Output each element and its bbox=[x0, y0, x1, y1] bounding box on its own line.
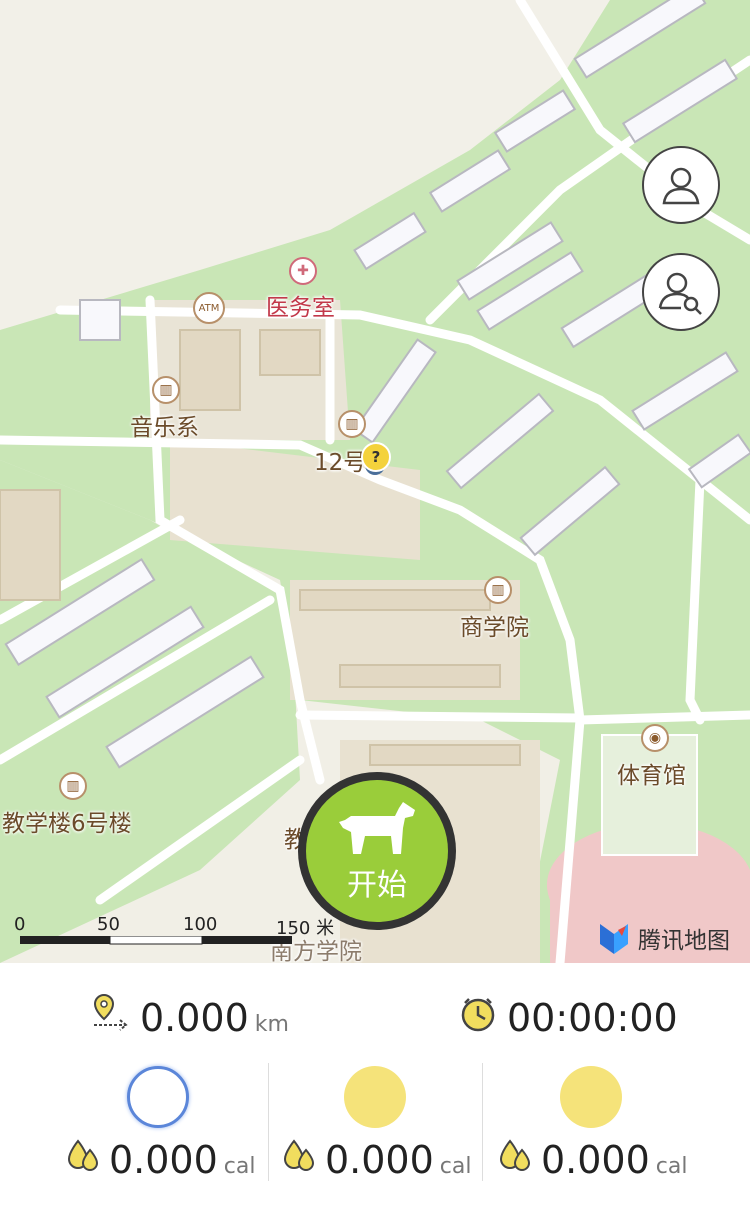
person-icon bbox=[662, 167, 700, 205]
scale-label-50: 50 bbox=[97, 914, 120, 935]
poi-label-gym[interactable]: 体育馆 bbox=[617, 756, 686, 790]
calorie-selector-2[interactable] bbox=[344, 1066, 406, 1128]
calorie-unit-3: cal bbox=[655, 1154, 688, 1179]
dog-icon bbox=[339, 802, 415, 854]
column-divider bbox=[268, 1063, 269, 1181]
map-view[interactable]: ✚ ATM ▥ ▥ ▥ ◉ ▥ 医务室 音乐系 12号 商学院 体育馆 教学楼6… bbox=[0, 0, 750, 963]
distance-unit: km bbox=[254, 1012, 289, 1037]
calorie-number-3: 0.000 bbox=[541, 1138, 650, 1182]
find-people-button[interactable] bbox=[642, 253, 720, 331]
calorie-value-3: 0.000 cal bbox=[541, 1138, 688, 1182]
poi-label-teaching6[interactable]: 教学楼6号楼 bbox=[2, 804, 132, 838]
clinic-icon: ✚ bbox=[289, 257, 317, 285]
stadium-icon: ◉ bbox=[641, 724, 669, 752]
building-icon: ▥ bbox=[338, 410, 366, 438]
map-brand: 腾讯地图 bbox=[596, 920, 730, 956]
poi-label-clinic[interactable]: 医务室 bbox=[266, 288, 335, 322]
column-divider bbox=[482, 1063, 483, 1181]
atm-label: ATM bbox=[198, 302, 220, 314]
calorie-number-1: 0.000 bbox=[109, 1138, 218, 1182]
poi-label-music[interactable]: 音乐系 bbox=[130, 408, 199, 442]
distance-pin-icon bbox=[93, 993, 128, 1031]
start-label: 开始 bbox=[347, 868, 407, 903]
scale-label-150: 150 米 bbox=[276, 918, 335, 939]
calorie-value-2: 0.000 cal bbox=[325, 1138, 472, 1182]
calorie-number-2: 0.000 bbox=[325, 1138, 434, 1182]
scale-label-100: 100 bbox=[183, 914, 218, 935]
poi-label-business[interactable]: 商学院 bbox=[460, 608, 529, 642]
location-marker[interactable]: ? bbox=[361, 442, 391, 472]
start-button[interactable]: 开始 bbox=[298, 772, 456, 930]
clock-icon bbox=[461, 998, 495, 1032]
building-icon: ▥ bbox=[59, 772, 87, 800]
calorie-drop-icon bbox=[499, 1139, 531, 1171]
calorie-unit-1: cal bbox=[223, 1154, 256, 1179]
atm-icon: ATM bbox=[193, 292, 225, 324]
brand-label: 腾讯地图 bbox=[638, 928, 730, 954]
calorie-drop-icon bbox=[283, 1139, 315, 1171]
calorie-unit-2: cal bbox=[439, 1154, 472, 1179]
distance-number: 0.000 bbox=[140, 996, 249, 1040]
calorie-drop-icon bbox=[67, 1139, 99, 1171]
poi-label-bldg12[interactable]: 12号 bbox=[314, 443, 366, 477]
building-icon: ▥ bbox=[152, 376, 180, 404]
scale-label-0: 0 bbox=[14, 914, 26, 935]
calorie-selector-1[interactable] bbox=[127, 1066, 189, 1128]
time-value: 00:00:00 bbox=[507, 996, 678, 1040]
distance-value: 0.000 km bbox=[140, 996, 289, 1040]
marker-label: ? bbox=[371, 448, 381, 466]
tencent-map-logo-icon bbox=[600, 924, 628, 954]
scale-bar-graphic bbox=[20, 936, 292, 945]
profile-button[interactable] bbox=[642, 146, 720, 224]
calorie-value-1: 0.000 cal bbox=[109, 1138, 256, 1182]
person-search-icon bbox=[658, 272, 702, 315]
calorie-selector-3[interactable] bbox=[560, 1066, 622, 1128]
building-icon: ▥ bbox=[484, 576, 512, 604]
